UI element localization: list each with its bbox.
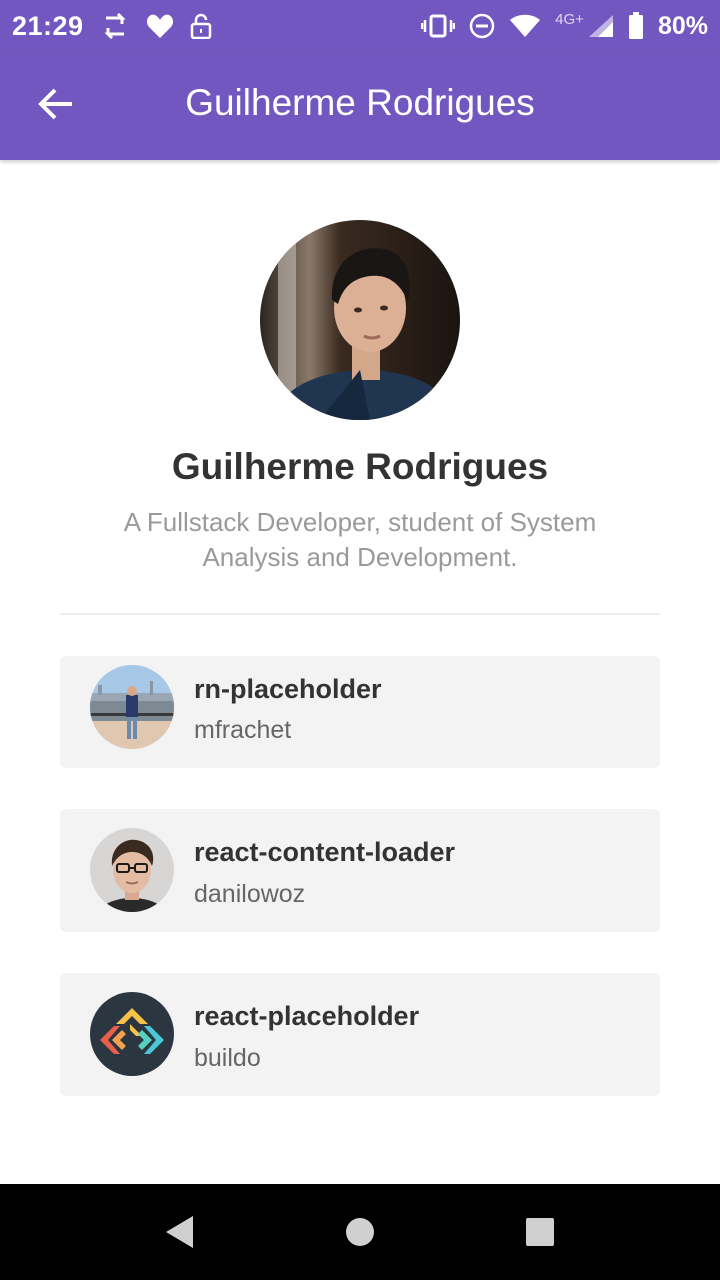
repo-avatar bbox=[90, 992, 174, 1076]
system-nav-bar bbox=[0, 1184, 720, 1280]
unlock-icon bbox=[190, 13, 212, 39]
recents-square-icon bbox=[525, 1217, 555, 1247]
repo-owner: buildo bbox=[194, 1044, 261, 1072]
repo-card-react-content-loader[interactable]: react-content-loader danilowoz bbox=[60, 809, 660, 932]
back-triangle-icon bbox=[165, 1215, 195, 1249]
battery-icon bbox=[628, 12, 644, 40]
wifi-icon bbox=[509, 14, 541, 38]
home-circle-icon bbox=[345, 1217, 375, 1247]
repo-name: rn-placeholder bbox=[194, 674, 382, 704]
repo-name: react-placeholder bbox=[194, 1001, 420, 1031]
app-screen: 21:29 4G+ 80% Guilherme Rodrigues Guilhe… bbox=[0, 0, 720, 1280]
sync-icon bbox=[100, 13, 130, 39]
status-time: 21:29 bbox=[12, 10, 84, 41]
nav-home-button[interactable] bbox=[330, 1202, 390, 1262]
repo-owner: danilowoz bbox=[194, 880, 306, 908]
network-type: 4G+ bbox=[555, 10, 584, 28]
divider bbox=[60, 613, 660, 615]
page-title: Guilherme Rodrigues bbox=[185, 82, 535, 123]
status-bar: 21:29 4G+ 80% bbox=[0, 0, 720, 52]
repo-card-rn-placeholder[interactable]: rn-placeholder mfrachet bbox=[60, 656, 660, 768]
repo-name: react-content-loader bbox=[194, 837, 456, 867]
battery-percent: 80% bbox=[657, 11, 708, 40]
repo-avatar bbox=[90, 828, 174, 912]
vibrate-icon bbox=[421, 14, 456, 38]
profile-bio: A Fullstack Developer, student of System… bbox=[123, 507, 597, 572]
repo-owner: mfrachet bbox=[194, 716, 292, 744]
signal-icon bbox=[588, 14, 614, 38]
profile-avatar bbox=[260, 220, 460, 420]
nav-back-button[interactable] bbox=[150, 1202, 210, 1262]
do-not-disturb-icon bbox=[469, 13, 495, 39]
repo-avatar bbox=[90, 665, 174, 749]
profile-name: Guilherme Rodrigues bbox=[171, 446, 549, 487]
heart-icon bbox=[146, 13, 174, 39]
app-bar: Guilherme Rodrigues bbox=[0, 52, 720, 160]
nav-recents-button[interactable] bbox=[510, 1202, 570, 1262]
repo-card-react-placeholder[interactable]: react-placeholder buildo bbox=[60, 973, 660, 1096]
